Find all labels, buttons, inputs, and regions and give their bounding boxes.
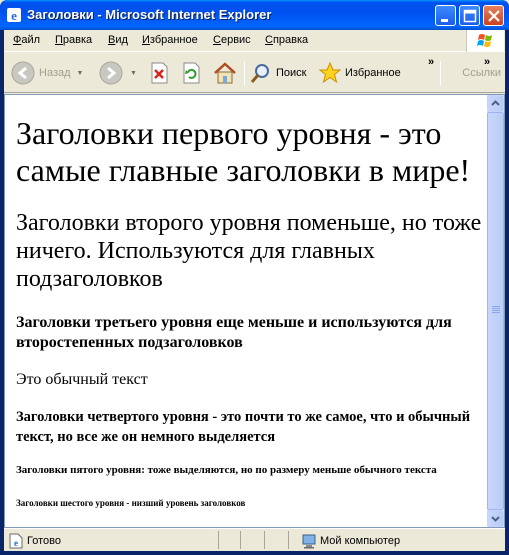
scroll-down-button[interactable]: [487, 510, 504, 527]
status-bar: e Готово Мой компьютер: [4, 528, 505, 551]
back-label: Назад: [39, 67, 71, 79]
standard-toolbar: Назад ▼ ▼ Поиск Избранное » » Ссылки: [4, 53, 505, 93]
windows-logo-icon: [466, 30, 504, 52]
menu-file[interactable]: Файл: [13, 34, 40, 46]
home-icon: [214, 62, 236, 84]
title-bar[interactable]: e Заголовки - Microsoft Internet Explore…: [0, 0, 509, 30]
close-icon: [488, 10, 500, 22]
status-divider: [218, 531, 219, 549]
svg-text:e: e: [14, 538, 18, 548]
heading-level-4: Заголовки четвертого уровня - это почти …: [16, 409, 471, 445]
heading-level-6: Заголовки шестого уровня - низший уровен…: [16, 498, 246, 508]
vertical-scrollbar[interactable]: [487, 95, 504, 527]
security-zone: Мой компьютер: [301, 533, 400, 549]
home-button[interactable]: [212, 57, 238, 89]
status-divider: [264, 531, 265, 549]
forward-button[interactable]: ▼: [98, 57, 137, 89]
thumb-grip: [492, 306, 500, 307]
heading-level-2: Заголовки второго уровня поменьше, но то…: [16, 210, 482, 292]
back-arrow-icon: [11, 61, 35, 85]
menu-bar: Файл Правка Вид Избранное Сервис Справка: [4, 30, 505, 52]
chevron-down-icon: [491, 516, 500, 522]
page-viewport: Заголовки первого уровня - это самые гла…: [4, 94, 505, 528]
browser-window: e Заголовки - Microsoft Internet Explore…: [0, 0, 509, 555]
window-body: Файл Правка Вид Избранное Сервис Справка: [4, 30, 505, 551]
close-button[interactable]: [483, 5, 504, 26]
menu-edit[interactable]: Правка: [55, 34, 92, 46]
paragraph-text: Это обычный текст: [16, 371, 148, 388]
favorites-label: Избранное: [345, 67, 401, 79]
favorites-button[interactable]: Избранное: [318, 57, 401, 89]
status-text: Готово: [27, 535, 61, 547]
menu-favorites[interactable]: Избранное: [142, 34, 198, 46]
refresh-button[interactable]: [180, 57, 202, 89]
thumb-grip: [492, 312, 500, 313]
menu-view[interactable]: Вид: [108, 34, 128, 46]
chevron-up-icon: [491, 100, 500, 106]
links-label[interactable]: Ссылки: [462, 67, 501, 79]
refresh-icon: [183, 62, 200, 84]
forward-dropdown-icon[interactable]: ▼: [130, 70, 137, 77]
scroll-thumb[interactable]: [487, 112, 504, 510]
back-dropdown-icon[interactable]: ▼: [77, 70, 84, 77]
status-divider: [240, 531, 241, 549]
status-divider: [288, 531, 289, 549]
toolbar-overflow-chevron[interactable]: »: [428, 56, 434, 68]
status-ready: e Готово: [8, 533, 61, 549]
my-computer-icon: [302, 534, 316, 549]
stop-icon: [151, 62, 168, 84]
minimize-button[interactable]: [435, 5, 456, 26]
internet-explorer-icon: e: [7, 8, 21, 23]
stop-button[interactable]: [148, 57, 170, 89]
page-content: Заголовки первого уровня - это самые гла…: [16, 101, 486, 509]
heading-level-3: Заголовки третьего уровня еще меньше и и…: [16, 314, 452, 351]
star-icon: [318, 61, 342, 84]
search-button[interactable]: Поиск: [249, 57, 306, 89]
page-icon: e: [9, 533, 23, 549]
search-label: Поиск: [276, 67, 307, 79]
scroll-up-button[interactable]: [487, 95, 504, 112]
maximize-button[interactable]: [459, 5, 480, 26]
thumb-grip: [492, 310, 500, 311]
menu-tools[interactable]: Сервис: [213, 34, 251, 46]
minimize-icon: [441, 19, 448, 22]
toolbar-separator: [244, 61, 245, 85]
thumb-grip: [492, 308, 500, 309]
heading-level-5: Заголовки пятого уровня: тоже выделяются…: [16, 464, 437, 476]
menu-help[interactable]: Справка: [265, 34, 308, 46]
maximize-icon: [463, 9, 477, 23]
heading-level-1: Заголовки первого уровня - это самые гла…: [16, 115, 471, 188]
window-title: Заголовки - Microsoft Internet Explorer: [27, 7, 272, 22]
forward-arrow-icon: [99, 61, 123, 85]
svg-text:e: e: [11, 8, 17, 23]
zone-text: Мой компьютер: [320, 535, 401, 547]
links-separator: [440, 61, 441, 85]
back-button[interactable]: Назад ▼: [10, 57, 83, 89]
search-icon: [250, 64, 269, 83]
